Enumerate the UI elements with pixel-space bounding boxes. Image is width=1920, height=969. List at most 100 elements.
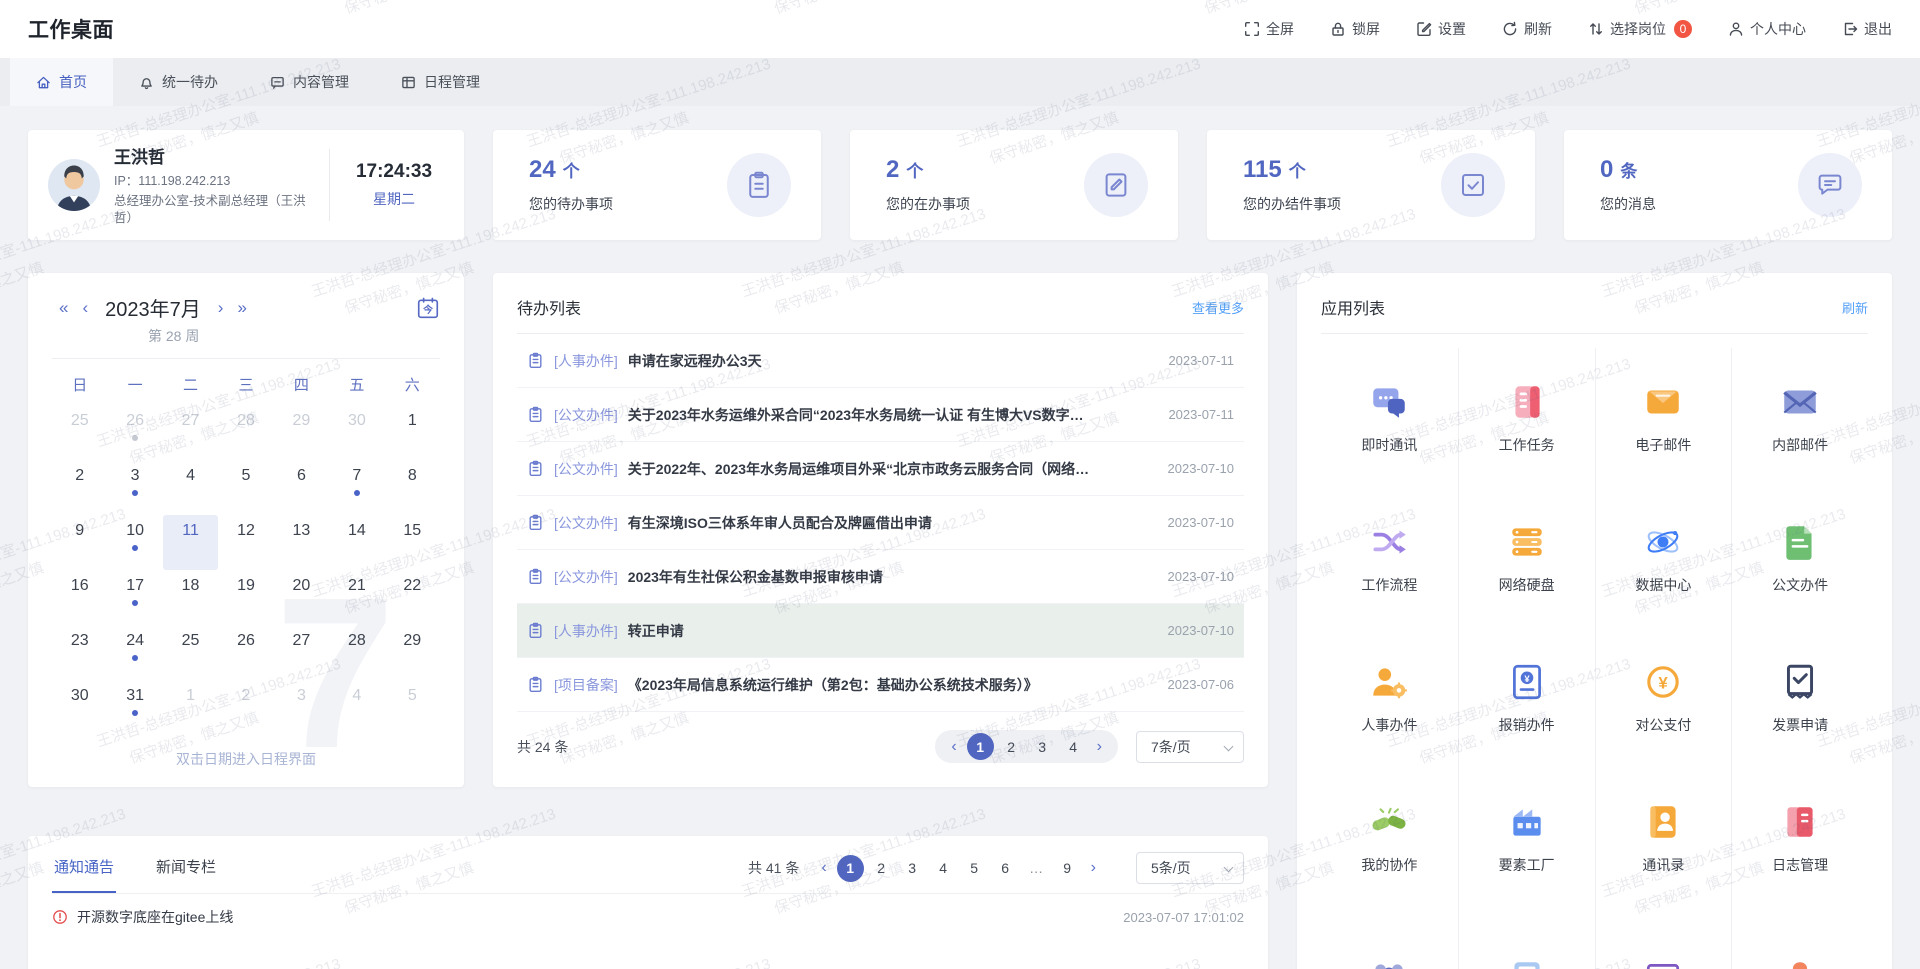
calendar-day-20[interactable]: 20 xyxy=(274,570,329,625)
page-ellipsis[interactable]: … xyxy=(1023,855,1050,882)
calendar-day-16[interactable]: 16 xyxy=(52,570,107,625)
calendar-day-27[interactable]: 27 xyxy=(163,405,218,460)
app-my-collab[interactable]: 我的协作 xyxy=(1321,768,1458,908)
calendar-day-2[interactable]: 2 xyxy=(218,680,273,735)
todo-page-size-select[interactable]: 7条/页 xyxy=(1136,731,1244,763)
calendar-day-15[interactable]: 15 xyxy=(385,515,440,570)
page-number-1[interactable]: 1 xyxy=(967,733,994,760)
calendar-day-3[interactable]: 3 xyxy=(107,460,162,515)
app-log-mgmt[interactable]: 日志管理 xyxy=(1731,768,1868,908)
calendar-day-4[interactable]: 4 xyxy=(329,680,384,735)
calendar-day-3[interactable]: 3 xyxy=(274,680,329,735)
notice-item[interactable]: 开源数字底座在gitee上线2023-07-07 17:01:02 xyxy=(52,894,1244,940)
calendar-day-25[interactable]: 25 xyxy=(52,405,107,460)
page-number-2[interactable]: 2 xyxy=(868,855,895,882)
prev-month-button[interactable]: ‹ xyxy=(75,298,95,318)
next-month-button[interactable]: › xyxy=(211,298,231,318)
tab-schedule-mgmt[interactable]: 日程管理 xyxy=(375,58,506,106)
app-hr[interactable]: 人事办件 xyxy=(1321,628,1458,768)
settings-button[interactable]: 设置 xyxy=(1416,19,1466,39)
calendar-day-26[interactable]: 26 xyxy=(218,625,273,680)
tab-unified-todo[interactable]: 统一待办 xyxy=(113,58,244,106)
page-number-4[interactable]: 4 xyxy=(1060,733,1087,760)
app-contacts[interactable]: 通讯录 xyxy=(1595,768,1732,908)
app-element-factory[interactable]: 要素工厂 xyxy=(1458,768,1595,908)
lock-screen-button[interactable]: 锁屏 xyxy=(1330,19,1380,39)
calendar-day-19[interactable]: 19 xyxy=(218,570,273,625)
calendar-day-29[interactable]: 29 xyxy=(385,625,440,680)
calendar-day-14[interactable]: 14 xyxy=(329,515,384,570)
calendar-day-11[interactable]: 11 xyxy=(163,515,218,570)
calendar-day-29[interactable]: 29 xyxy=(274,405,329,460)
calendar-day-10[interactable]: 10 xyxy=(107,515,162,570)
page-number-3[interactable]: 3 xyxy=(899,855,926,882)
app-internal-mail[interactable]: 内部邮件 xyxy=(1731,348,1868,488)
notices-page-size-select[interactable]: 5条/页 xyxy=(1136,852,1244,884)
tab-home[interactable]: 首页 xyxy=(10,58,113,106)
app-work-tasks[interactable]: 工作任务 xyxy=(1458,348,1595,488)
prev-page-button[interactable]: ‹ xyxy=(815,859,832,877)
todo-item[interactable]: [人事办件]申请在家远程办公3天2023-07-11 xyxy=(517,334,1244,388)
calendar-day-22[interactable]: 22 xyxy=(385,570,440,625)
calendar-day-23[interactable]: 23 xyxy=(52,625,107,680)
calendar-day-26[interactable]: 26 xyxy=(107,405,162,460)
tab-content-mgmt[interactable]: 内容管理 xyxy=(244,58,375,106)
prev-page-button[interactable]: ‹ xyxy=(945,738,962,756)
app-partial-1[interactable] xyxy=(1321,908,1458,969)
select-post-button[interactable]: 选择岗位0 xyxy=(1588,19,1692,39)
calendar-day-5[interactable]: 5 xyxy=(385,680,440,735)
calendar-day-6[interactable]: 6 xyxy=(274,460,329,515)
page-number-6[interactable]: 6 xyxy=(992,855,1019,882)
next-page-button[interactable]: › xyxy=(1091,738,1108,756)
calendar-day-27[interactable]: 27 xyxy=(274,625,329,680)
view-more-link[interactable]: 查看更多 xyxy=(1192,298,1244,317)
calendar-day-24[interactable]: 24 xyxy=(107,625,162,680)
page-number-4[interactable]: 4 xyxy=(930,855,957,882)
fullscreen-button[interactable]: 全屏 xyxy=(1244,19,1294,39)
page-number-5[interactable]: 5 xyxy=(961,855,988,882)
calendar-day-30[interactable]: 30 xyxy=(329,405,384,460)
page-number-3[interactable]: 3 xyxy=(1029,733,1056,760)
calendar-day-25[interactable]: 25 xyxy=(163,625,218,680)
app-corporate-pay[interactable]: ¥对公支付 xyxy=(1595,628,1732,768)
page-number-2[interactable]: 2 xyxy=(998,733,1025,760)
calendar-day-31[interactable]: 31 xyxy=(107,680,162,735)
calendar-day-1[interactable]: 1 xyxy=(385,405,440,460)
calendar-day-13[interactable]: 13 xyxy=(274,515,329,570)
tab-news[interactable]: 新闻专栏 xyxy=(154,852,218,893)
todo-item[interactable]: [公文办件]关于2023年水务运维外采合同“2023年水务局统一认证 有生博大V… xyxy=(517,388,1244,442)
app-partial-2[interactable] xyxy=(1458,908,1595,969)
logout-button[interactable]: 退出 xyxy=(1842,19,1892,39)
calendar-day-28[interactable]: 28 xyxy=(329,625,384,680)
calendar-day-28[interactable]: 28 xyxy=(218,405,273,460)
calendar-day-7[interactable]: 7 xyxy=(329,460,384,515)
calendar-day-12[interactable]: 12 xyxy=(218,515,273,570)
calendar-day-5[interactable]: 5 xyxy=(218,460,273,515)
app-email[interactable]: 电子邮件 xyxy=(1595,348,1732,488)
todo-item[interactable]: [项目备案]《2023年局信息系统运行维护（第2包：基础办公系统技术服务）》20… xyxy=(517,658,1244,712)
calendar-day-2[interactable]: 2 xyxy=(52,460,107,515)
calendar-day-9[interactable]: 9 xyxy=(52,515,107,570)
refresh-button[interactable]: 刷新 xyxy=(1502,19,1552,39)
calendar-day-21[interactable]: 21 xyxy=(329,570,384,625)
page-number-1[interactable]: 1 xyxy=(837,855,864,882)
app-invoice[interactable]: 发票申请 xyxy=(1731,628,1868,768)
app-instant-messaging[interactable]: 即时通讯 xyxy=(1321,348,1458,488)
calendar-day-8[interactable]: 8 xyxy=(385,460,440,515)
calendar-day-4[interactable]: 4 xyxy=(163,460,218,515)
todo-item[interactable]: [公文办件]有生深境ISO三体系年审人员配合及牌匾借出申请2023-07-10 xyxy=(517,496,1244,550)
calendar-today-icon[interactable]: 今 xyxy=(416,296,440,320)
calendar-day-30[interactable]: 30 xyxy=(52,680,107,735)
app-workflow[interactable]: 工作流程 xyxy=(1321,488,1458,628)
personal-center-button[interactable]: 个人中心 xyxy=(1728,19,1806,39)
todo-item[interactable]: [公文办件]关于2022年、2023年水务局运维项目外采“北京市政务云服务合同（… xyxy=(517,442,1244,496)
calendar-day-17[interactable]: 17 xyxy=(107,570,162,625)
app-official-doc[interactable]: 公文办件 xyxy=(1731,488,1868,628)
app-list-refresh-link[interactable]: 刷新 xyxy=(1842,298,1868,317)
app-data-center[interactable]: 数据中心 xyxy=(1595,488,1732,628)
page-number-9[interactable]: 9 xyxy=(1054,855,1081,882)
todo-item[interactable]: [公文办件]2023年有生社保公积金基数申报审核申请2023-07-10 xyxy=(517,550,1244,604)
calendar-day-18[interactable]: 18 xyxy=(163,570,218,625)
todo-stat-card[interactable]: 24个您的待办事项 xyxy=(493,130,821,240)
prev-year-button[interactable]: « xyxy=(52,298,75,318)
